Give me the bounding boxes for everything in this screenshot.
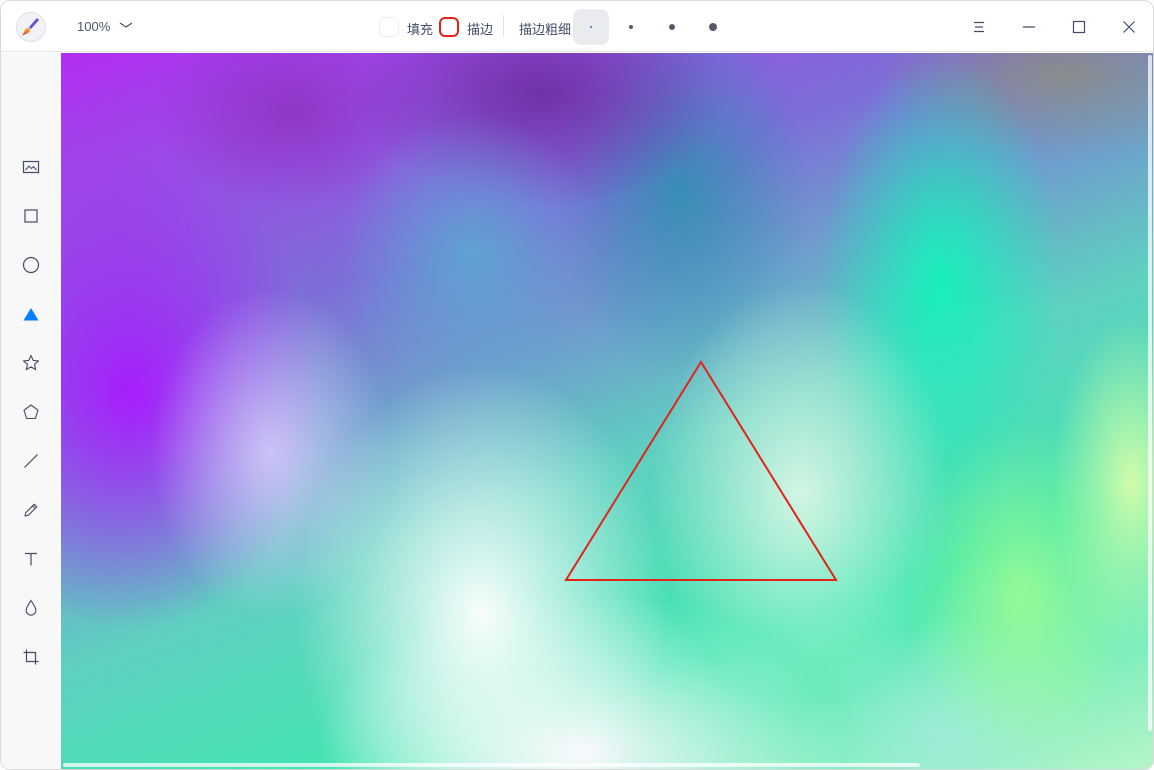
stroke-width-label: 描边粗细 <box>519 22 572 37</box>
menu-button[interactable] <box>966 14 992 40</box>
tool-ellipse[interactable] <box>16 250 46 280</box>
horizontal-scrollbar[interactable] <box>63 763 920 767</box>
tool-crop[interactable] <box>16 642 46 672</box>
drawing-canvas[interactable] <box>61 53 1153 769</box>
dot-icon <box>669 24 675 30</box>
chevron-down-icon[interactable] <box>119 20 133 30</box>
image-icon <box>22 160 40 174</box>
tool-blur[interactable] <box>16 593 46 623</box>
minimize-button[interactable] <box>1016 14 1042 40</box>
tool-rectangle[interactable] <box>16 201 46 231</box>
tool-star[interactable] <box>16 348 46 378</box>
dot-icon <box>709 23 717 31</box>
maximize-button[interactable] <box>1066 14 1092 40</box>
dot-icon <box>629 25 633 29</box>
tool-sidebar <box>1 53 61 769</box>
tool-line[interactable] <box>16 446 46 476</box>
minimize-icon <box>1023 26 1035 28</box>
paint-brush-icon <box>16 12 46 42</box>
pencil-icon <box>24 503 38 517</box>
tool-pencil[interactable] <box>16 495 46 525</box>
tool-triangle[interactable] <box>16 299 46 329</box>
app-window: 100% 填充 描边 描边粗细 <box>0 0 1154 770</box>
menu-icon <box>974 21 984 33</box>
crop-icon <box>23 649 39 665</box>
dot-icon <box>590 26 592 28</box>
stroke-width-option-1[interactable] <box>573 9 609 45</box>
line-icon <box>24 454 38 468</box>
triangle-icon <box>23 308 39 321</box>
stroke-width-option-4[interactable] <box>695 9 731 45</box>
close-icon <box>1123 21 1135 33</box>
fill-label: 填充 <box>407 22 434 37</box>
toolbar-divider <box>503 15 504 37</box>
blur-drop-icon <box>25 599 37 616</box>
tool-text[interactable] <box>16 544 46 574</box>
stroke-color-swatch[interactable] <box>439 17 459 37</box>
zoom-level[interactable]: 100% <box>77 19 110 34</box>
stroke-width-option-3[interactable] <box>654 9 690 45</box>
fill-color-swatch[interactable] <box>379 17 399 37</box>
close-button[interactable] <box>1116 14 1142 40</box>
stroke-width-option-2[interactable] <box>613 9 649 45</box>
tool-image[interactable] <box>16 152 46 182</box>
title-bar: 100% 填充 描边 描边粗细 <box>1 1 1153 52</box>
star-icon <box>22 354 40 371</box>
stroke-label: 描边 <box>467 22 494 37</box>
text-icon <box>25 552 37 566</box>
tool-polygon[interactable] <box>16 397 46 427</box>
polygon-icon <box>23 404 39 420</box>
rectangle-icon <box>24 209 38 223</box>
drawn-triangle[interactable] <box>564 360 838 581</box>
maximize-icon <box>1072 20 1086 34</box>
vertical-scrollbar[interactable] <box>1148 55 1152 731</box>
canvas-shapes <box>564 360 838 581</box>
ellipse-icon <box>22 256 40 274</box>
